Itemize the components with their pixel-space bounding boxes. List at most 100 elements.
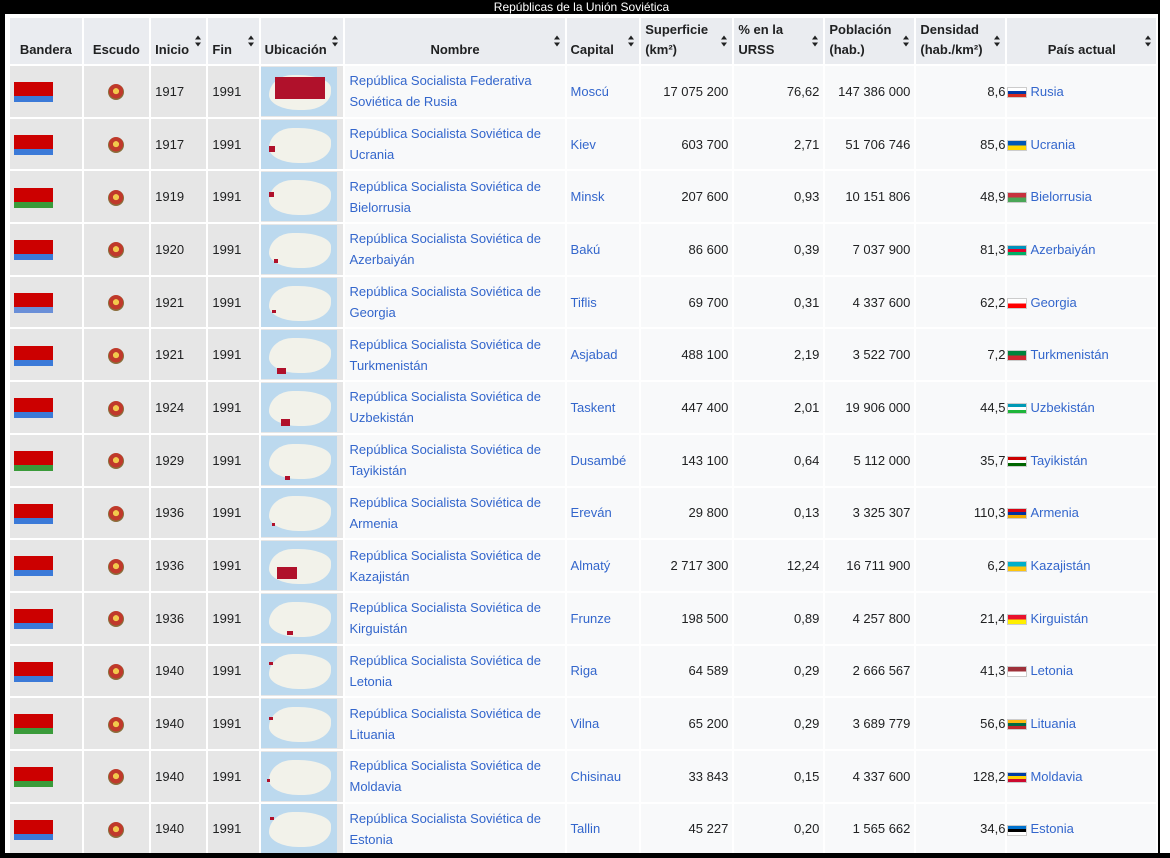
current-country-link[interactable]: Kirguistán <box>1030 611 1088 626</box>
col-header-fin[interactable]: Fin <box>208 18 259 64</box>
republic-name-link[interactable]: República Socialista Soviética de Turkme… <box>349 337 541 373</box>
col-header-superficie[interactable]: Superficie (km²) <box>641 18 733 64</box>
sort-icon[interactable] <box>812 35 819 47</box>
current-country-link[interactable]: Kazajistán <box>1030 558 1090 573</box>
location-map-image[interactable] <box>260 541 337 591</box>
ssr-flag-icon[interactable] <box>14 556 53 577</box>
republic-name-link[interactable]: República Socialista Soviética de Ucrani… <box>349 126 541 162</box>
republic-name-link[interactable]: República Socialista Soviética de Letoni… <box>349 653 541 689</box>
current-country-link[interactable]: Estonia <box>1030 821 1073 836</box>
sort-icon[interactable] <box>628 35 635 47</box>
capital-link[interactable]: Riga <box>571 663 598 678</box>
republic-name-link[interactable]: República Socialista Soviética de Azerba… <box>349 231 541 267</box>
coat-of-arms-icon[interactable] <box>108 822 125 839</box>
col-header-densidad[interactable]: Densidad (hab./km²) <box>916 18 1006 64</box>
coat-of-arms-icon[interactable] <box>108 84 125 101</box>
current-country-link[interactable]: Bielorrusia <box>1030 189 1091 204</box>
ssr-flag-icon[interactable] <box>14 398 53 419</box>
coat-of-arms-icon[interactable] <box>108 189 125 206</box>
ssr-flag-icon[interactable] <box>14 450 53 471</box>
capital-link[interactable]: Tiflis <box>571 295 597 310</box>
sort-icon[interactable] <box>195 35 202 47</box>
capital-link[interactable]: Kiev <box>571 137 596 152</box>
capital-link[interactable]: Frunze <box>571 611 611 626</box>
capital-link[interactable]: Dusambé <box>571 453 627 468</box>
coat-of-arms-icon[interactable] <box>108 505 125 522</box>
capital-link[interactable]: Ereván <box>571 505 612 520</box>
col-header-inicio[interactable]: Inicio <box>151 18 207 64</box>
coat-of-arms-icon[interactable] <box>108 400 125 417</box>
ssr-flag-icon[interactable] <box>14 819 53 840</box>
current-country-link[interactable]: Lituania <box>1030 716 1076 731</box>
capital-link[interactable]: Asjabad <box>571 347 618 362</box>
coat-of-arms-icon[interactable] <box>108 663 125 680</box>
capital-link[interactable]: Tallin <box>571 821 601 836</box>
col-header-pais-actual[interactable]: País actual <box>1007 18 1156 64</box>
location-map-image[interactable] <box>260 277 337 327</box>
ssr-flag-icon[interactable] <box>14 503 53 524</box>
capital-link[interactable]: Chisinau <box>571 769 622 784</box>
coat-of-arms-icon[interactable] <box>108 769 125 786</box>
coat-of-arms-icon[interactable] <box>108 453 125 470</box>
location-map-image[interactable] <box>260 804 337 854</box>
current-country-link[interactable]: Letonia <box>1030 663 1073 678</box>
location-map-image[interactable] <box>260 172 337 222</box>
current-country-link[interactable]: Azerbaiyán <box>1030 242 1095 257</box>
col-header-ubicacion[interactable]: Ubicación <box>260 18 344 64</box>
location-map-image[interactable] <box>260 382 337 432</box>
current-country-link[interactable]: Rusia <box>1030 84 1063 99</box>
sort-icon[interactable] <box>1145 35 1152 47</box>
current-country-link[interactable]: Georgia <box>1030 295 1076 310</box>
location-map-image[interactable] <box>260 751 337 801</box>
republic-name-link[interactable]: República Socialista Soviética de Bielor… <box>349 179 541 215</box>
ssr-flag-icon[interactable] <box>14 240 53 261</box>
location-map-image[interactable] <box>260 224 337 274</box>
capital-link[interactable]: Almatý <box>571 558 611 573</box>
current-country-link[interactable]: Armenia <box>1030 505 1078 520</box>
sort-icon[interactable] <box>994 35 1001 47</box>
coat-of-arms-icon[interactable] <box>108 558 125 575</box>
location-map-image[interactable] <box>260 488 337 538</box>
coat-of-arms-icon[interactable] <box>108 295 125 312</box>
col-header-poblacion[interactable]: Población (hab.) <box>825 18 915 64</box>
capital-link[interactable]: Vilna <box>571 716 600 731</box>
sort-icon[interactable] <box>903 35 910 47</box>
location-map-image[interactable] <box>260 435 337 485</box>
location-map-image[interactable] <box>260 646 337 696</box>
sort-icon[interactable] <box>721 35 728 47</box>
coat-of-arms-icon[interactable] <box>108 611 125 628</box>
republic-name-link[interactable]: República Socialista Federativa Soviétic… <box>349 73 531 109</box>
sort-icon[interactable] <box>553 35 561 47</box>
coat-of-arms-icon[interactable] <box>108 137 125 154</box>
col-header-nombre[interactable]: Nombre <box>345 18 565 64</box>
coat-of-arms-icon[interactable] <box>108 716 125 733</box>
republic-name-link[interactable]: República Socialista Soviética de Uzbeki… <box>349 389 541 425</box>
coat-of-arms-icon[interactable] <box>108 242 125 259</box>
sort-icon[interactable] <box>332 35 339 47</box>
capital-link[interactable]: Moscú <box>571 84 609 99</box>
location-map-image[interactable] <box>260 330 337 380</box>
current-country-link[interactable]: Tayikistán <box>1030 453 1087 468</box>
current-country-link[interactable]: Turkmenistán <box>1030 347 1108 362</box>
location-map-image[interactable] <box>260 593 337 643</box>
col-header-capital[interactable]: Capital <box>566 18 640 64</box>
ssr-flag-icon[interactable] <box>14 609 53 629</box>
republic-name-link[interactable]: República Socialista Soviética de Kirgui… <box>349 600 541 636</box>
ssr-flag-icon[interactable] <box>14 661 53 682</box>
republic-name-link[interactable]: República Socialista Soviética de Georgi… <box>349 284 541 320</box>
ssr-flag-icon[interactable] <box>14 82 53 103</box>
ssr-flag-icon[interactable] <box>14 292 53 313</box>
capital-link[interactable]: Taskent <box>571 400 616 415</box>
coat-of-arms-icon[interactable] <box>108 347 125 364</box>
republic-name-link[interactable]: República Socialista Soviética de Armeni… <box>349 495 541 531</box>
ssr-flag-icon[interactable] <box>14 345 53 366</box>
location-map-image[interactable] <box>260 699 337 749</box>
current-country-link[interactable]: Ucrania <box>1030 137 1075 152</box>
republic-name-link[interactable]: República Socialista Soviética de Lituan… <box>349 706 541 742</box>
republic-name-link[interactable]: República Socialista Soviética de Kazaji… <box>349 548 541 584</box>
republic-name-link[interactable]: República Socialista Soviética de Tayiki… <box>349 442 541 478</box>
location-map-image[interactable] <box>260 66 337 116</box>
ssr-flag-icon[interactable] <box>14 714 53 735</box>
ssr-flag-icon[interactable] <box>14 767 53 788</box>
capital-link[interactable]: Bakú <box>571 242 601 257</box>
